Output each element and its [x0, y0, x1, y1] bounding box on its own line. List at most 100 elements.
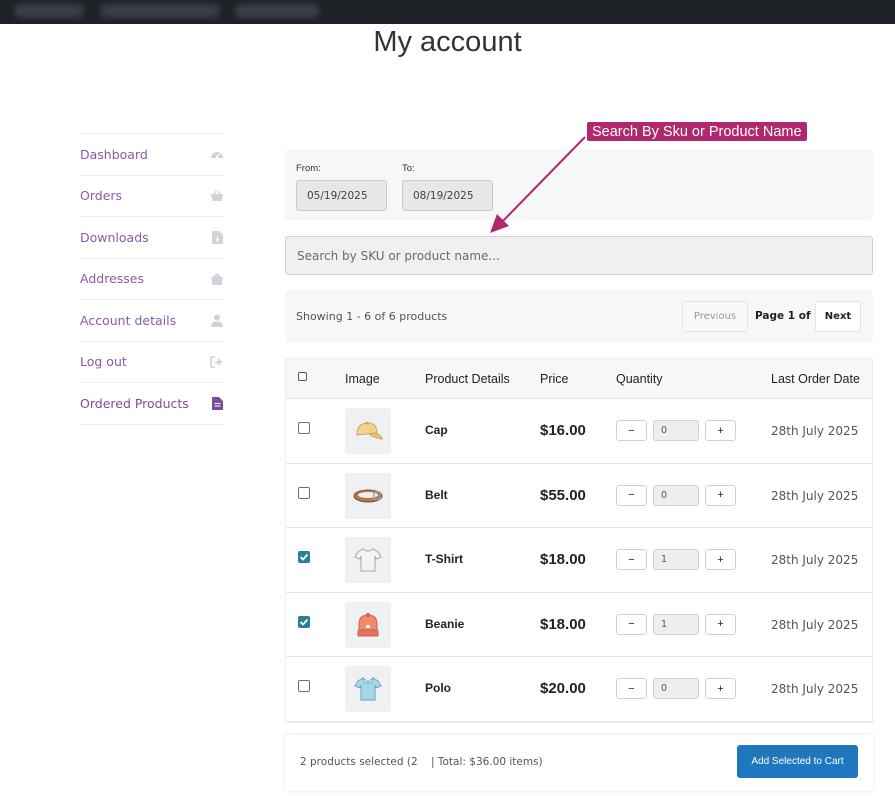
product-price: $18.00	[540, 615, 586, 633]
nav-item-downloads[interactable]: Downloads	[80, 217, 224, 259]
nav-item-label: Account details	[80, 312, 177, 328]
selection-summary: 2 products selected (2 | Total: $36.00 i…	[300, 756, 543, 768]
blurred-tab	[235, 4, 320, 18]
last-order-date: 28th July 2025	[771, 424, 859, 438]
product-price: $20.00	[540, 680, 586, 697]
browser-top-bar	[0, 0, 895, 24]
showing-count: Showing 1 - 6 of 6 products	[296, 310, 448, 323]
blurred-tab	[14, 4, 84, 18]
header-product-details: Product Details	[425, 372, 510, 386]
nav-item-addresses[interactable]: Addresses	[80, 259, 224, 300]
select-all-checkbox[interactable]	[298, 372, 307, 381]
last-order-date: 28th July 2025	[771, 617, 859, 632]
nav-item-label: Log out	[80, 354, 127, 370]
quantity-input[interactable]: 1	[653, 549, 699, 570]
quantity-input[interactable]: 0	[653, 484, 699, 506]
page-indicator: Page 1 of 2	[755, 310, 822, 322]
dashboard-icon	[210, 147, 224, 161]
from-date-input[interactable]: 05/19/2025	[296, 180, 387, 211]
pagination-panel: Showing 1 - 6 of 6 products Previous Pag…	[285, 290, 873, 343]
row-checkbox[interactable]	[298, 680, 310, 692]
nav-item-account-details[interactable]: Account details	[80, 300, 224, 342]
header-quantity: Quantity	[616, 372, 663, 386]
product-name[interactable]: Cap	[425, 423, 448, 437]
table-row: Beanie $18.00 − 1 + 28th July 2025	[286, 592, 872, 657]
increment-button[interactable]: +	[705, 484, 736, 506]
table-row: Polo $20.00 − 0 + 28th July 2025	[286, 657, 872, 722]
decrement-button[interactable]: −	[616, 484, 647, 506]
document-icon	[210, 396, 224, 410]
home-icon	[210, 272, 224, 286]
increment-button[interactable]: +	[705, 678, 736, 699]
nav-item-log-out[interactable]: Log out	[80, 342, 224, 383]
product-name[interactable]: Belt	[425, 488, 448, 502]
file-download-icon	[210, 230, 224, 244]
product-name[interactable]: T-Shirt	[425, 552, 463, 566]
nav-item-ordered-products[interactable]: Ordered Products	[80, 383, 224, 425]
decrement-button[interactable]: −	[616, 549, 647, 570]
add-selected-to-cart-button[interactable]: Add Selected to Cart	[737, 745, 858, 778]
header-image: Image	[345, 372, 380, 386]
decrement-button[interactable]: −	[616, 678, 647, 699]
nav-item-label: Addresses	[80, 271, 144, 287]
product-price: $18.00	[540, 551, 586, 568]
previous-button[interactable]: Previous	[682, 301, 748, 332]
header-last-order-date: Last Order Date	[771, 372, 860, 386]
last-order-date: 28th July 2025	[771, 553, 859, 567]
search-input[interactable]: Search by SKU or product name...	[285, 236, 873, 275]
nav-item-label: Downloads	[80, 229, 149, 245]
product-price: $16.00	[540, 422, 586, 439]
beanie-image[interactable]	[345, 601, 391, 648]
nav-item-orders[interactable]: Orders	[80, 176, 224, 217]
table-row: T-Shirt $18.00 − 1 + 28th July 2025	[286, 528, 872, 593]
last-order-date: 28th July 2025	[771, 488, 859, 503]
polo-image[interactable]	[345, 666, 391, 712]
table-header: Image Product Details Price Quantity Las…	[286, 359, 872, 399]
to-date-input[interactable]: 08/19/2025	[402, 180, 493, 211]
row-checkbox-checked[interactable]	[298, 551, 310, 563]
checkmark-icon	[299, 618, 309, 626]
product-name[interactable]: Polo	[425, 681, 451, 695]
date-filter-panel: From: 05/19/2025 To: 08/19/2025	[285, 149, 873, 220]
tshirt-image[interactable]	[345, 537, 391, 583]
decrement-button[interactable]: −	[616, 613, 647, 635]
belt-image[interactable]	[345, 472, 391, 519]
row-checkbox[interactable]	[298, 486, 310, 499]
sign-out-icon	[210, 355, 224, 369]
table-row: Cap $16.00 − 0 + 28th July 2025	[286, 399, 872, 464]
product-price: $55.00	[540, 486, 586, 504]
next-button[interactable]: Next	[815, 301, 861, 332]
nav-item-label: Orders	[80, 188, 123, 204]
quantity-input[interactable]: 1	[653, 613, 699, 635]
row-checkbox-checked[interactable]	[298, 615, 310, 628]
table-row: Belt $55.00 − 0 + 28th July 2025	[286, 463, 872, 528]
cap-image[interactable]	[345, 408, 391, 454]
to-date-group: To: 08/19/2025	[402, 163, 493, 211]
account-navigation: Dashboard Orders Downloads Addresses Acc…	[80, 133, 224, 425]
row-checkbox[interactable]	[298, 422, 310, 434]
last-order-date: 28th July 2025	[771, 682, 859, 696]
nav-item-label: Dashboard	[80, 146, 148, 162]
quantity-input[interactable]: 0	[653, 420, 699, 441]
nav-item-label: Ordered Products	[80, 395, 189, 411]
to-label: To:	[402, 163, 415, 174]
blurred-tab	[100, 4, 220, 18]
from-label: From:	[296, 163, 321, 174]
page-title: My account	[373, 26, 522, 58]
selection-footer: 2 products selected (2 | Total: $36.00 i…	[285, 735, 873, 791]
search-placeholder: Search by SKU or product name...	[297, 248, 500, 263]
decrement-button[interactable]: −	[616, 420, 647, 441]
user-icon	[210, 313, 224, 327]
quantity-input[interactable]: 0	[653, 678, 699, 699]
checkmark-icon	[299, 553, 309, 561]
products-table: Image Product Details Price Quantity Las…	[285, 358, 873, 723]
increment-button[interactable]: +	[705, 420, 736, 441]
header-price: Price	[540, 372, 569, 386]
nav-item-dashboard[interactable]: Dashboard	[80, 134, 224, 176]
from-date-group: From: 05/19/2025	[296, 163, 387, 211]
basket-icon	[210, 189, 224, 203]
increment-button[interactable]: +	[705, 549, 736, 570]
product-name[interactable]: Beanie	[425, 617, 464, 631]
annotation-callout: Search By Sku or Product Name	[587, 122, 807, 141]
increment-button[interactable]: +	[705, 613, 736, 635]
